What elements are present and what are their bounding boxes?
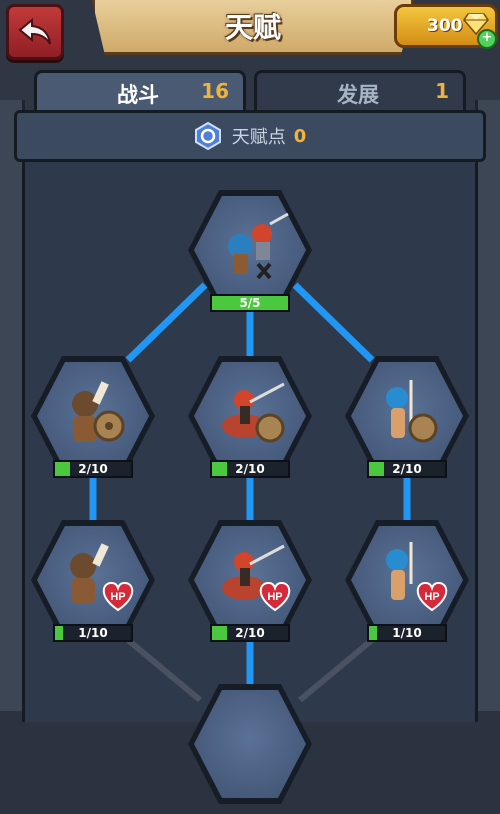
hp-text: HP: [267, 591, 282, 603]
talent-node-r2-right[interactable]: HP 1/10: [345, 520, 469, 650]
hp-heart-icon: HP: [102, 582, 134, 612]
progress-bar: 2/10: [210, 624, 290, 642]
progress-text: 2/10: [78, 462, 108, 476]
talent-node-r3-mid[interactable]: [188, 684, 312, 814]
progress-text: 1/10: [392, 626, 422, 640]
blue-hair-shield-icon: [386, 380, 438, 443]
progress-bar: 5/5: [210, 294, 290, 312]
talent-node-r1-left[interactable]: 2/10: [31, 356, 155, 486]
progress-text: 2/10: [392, 462, 422, 476]
progress-text: 2/10: [235, 462, 265, 476]
hp-text: HP: [110, 591, 125, 603]
talent-node-r2-mid[interactable]: HP 2/10: [188, 520, 312, 650]
talent-node-r1-right[interactable]: 2/10: [345, 356, 469, 486]
talent-node-r2-left[interactable]: HP 1/10: [31, 520, 155, 650]
hp-heart-icon: HP: [259, 582, 291, 612]
hero-squad-icon: [228, 212, 289, 280]
caveman-shield-icon: [72, 381, 125, 442]
talent-node-top[interactable]: 5/5: [188, 190, 312, 320]
progress-bar: 2/10: [210, 460, 290, 478]
talent-node-r1-mid[interactable]: 2/10: [188, 356, 312, 486]
hp-text: HP: [424, 591, 439, 603]
progress-text: 1/10: [78, 626, 108, 640]
progress-text: 2/10: [235, 626, 265, 640]
hp-heart-icon: HP: [416, 582, 448, 612]
progress-text: 5/5: [239, 296, 261, 310]
progress-bar: 2/10: [367, 460, 447, 478]
progress-bar: 1/10: [53, 624, 133, 642]
progress-bar: 2/10: [53, 460, 133, 478]
rider-shield-icon: [222, 382, 285, 443]
progress-bar: 1/10: [367, 624, 447, 642]
